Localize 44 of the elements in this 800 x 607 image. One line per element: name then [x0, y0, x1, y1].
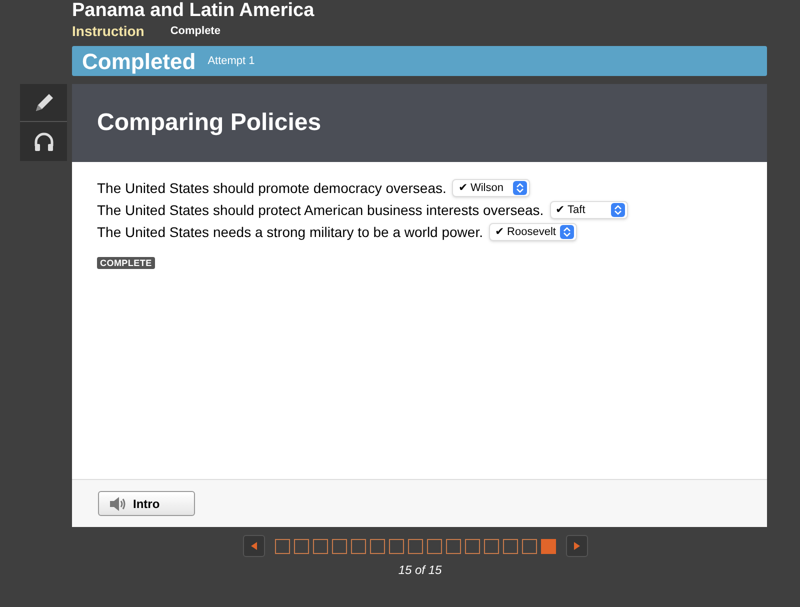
- attempt-text: Attempt 1: [208, 54, 255, 69]
- select-arrows-icon: [513, 181, 528, 195]
- page-button[interactable]: [408, 538, 422, 554]
- next-button[interactable]: [566, 535, 588, 557]
- answer-value: ✔ Roosevelt: [494, 224, 556, 240]
- page-button[interactable]: [294, 538, 308, 554]
- page-button[interactable]: [274, 538, 290, 554]
- tab[interactable]: Complete: [170, 22, 220, 40]
- page-button[interactable]: [312, 538, 328, 554]
- audio-tool-button[interactable]: [20, 122, 67, 161]
- page-count: 15 of 15: [398, 562, 442, 579]
- page-button[interactable]: [388, 538, 404, 554]
- statement-text: The United States needs a strong military to be a world power.: [97, 222, 483, 242]
- previous-button[interactable]: [242, 535, 264, 557]
- tab[interactable]: Instruction: [72, 20, 144, 42]
- answer-value: ✔ Wilson: [458, 180, 504, 196]
- select-arrows-icon: [610, 203, 625, 217]
- statement-text: The United States should protect American business interests overseas.: [97, 200, 544, 220]
- course-title: Panama and Latin America: [72, 0, 316, 20]
- right-arrow-icon: [574, 542, 580, 550]
- page-button[interactable]: [540, 538, 556, 554]
- answer-value: ✔ Taft: [556, 202, 586, 218]
- page-button[interactable]: [464, 538, 480, 554]
- left-arrow-icon: [250, 542, 256, 550]
- page-button[interactable]: [370, 538, 384, 554]
- answer-dropdown[interactable]: ✔ Roosevelt: [488, 223, 577, 241]
- page-button[interactable]: [484, 538, 498, 554]
- page-button[interactable]: [446, 538, 460, 554]
- status-text: Completed: [82, 48, 196, 76]
- speaker-icon: [109, 496, 127, 512]
- pencil-tool-button[interactable]: [20, 84, 67, 122]
- intro-button[interactable]: Intro: [98, 491, 195, 516]
- page-button[interactable]: [332, 538, 346, 554]
- page-button[interactable]: [350, 538, 366, 554]
- headphones-icon: [32, 132, 54, 152]
- page-button[interactable]: [522, 538, 536, 554]
- answer-dropdown[interactable]: ✔ Taft: [550, 201, 628, 219]
- page-button[interactable]: [426, 538, 442, 554]
- activity-title: Comparing Policies: [97, 108, 322, 138]
- answer-dropdown[interactable]: ✔ Wilson: [452, 179, 530, 197]
- complete-badge: COMPLETE: [97, 257, 155, 269]
- statement-text: The United States should promote democracy overseas.: [97, 178, 446, 198]
- page-button[interactable]: [502, 538, 518, 554]
- select-arrows-icon: [560, 225, 574, 239]
